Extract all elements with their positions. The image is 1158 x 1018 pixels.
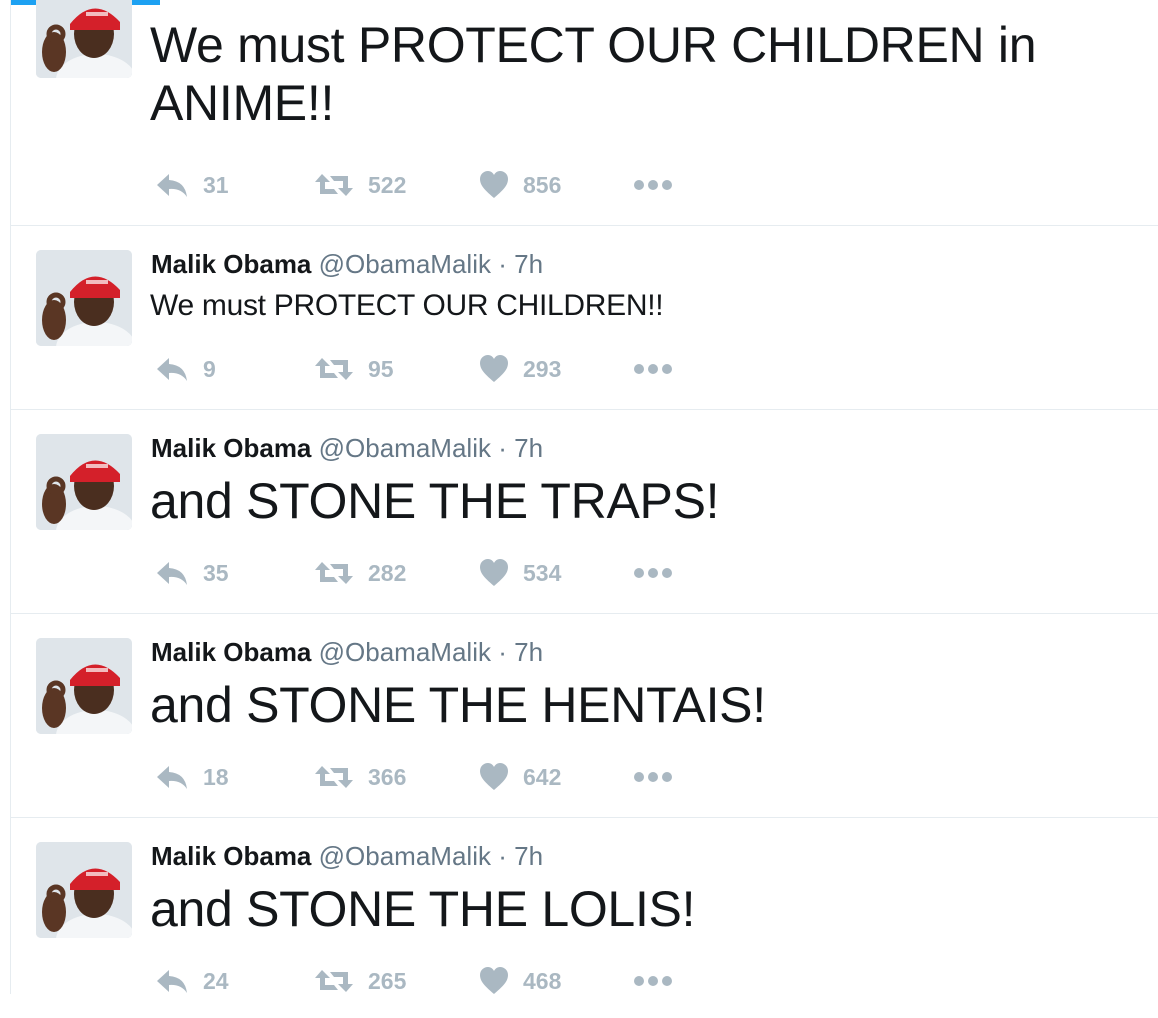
reply-button[interactable]: 24 <box>155 964 229 998</box>
reply-button[interactable]: 35 <box>155 556 229 590</box>
author-handle[interactable]: @ObamaMalik <box>319 637 491 667</box>
like-button[interactable]: 856 <box>479 168 561 202</box>
avatar[interactable] <box>36 842 132 938</box>
retweet-button[interactable]: 265 <box>314 964 406 998</box>
tweet-text: and STONE THE HENTAIS! <box>150 677 766 733</box>
more-options-button[interactable] <box>633 168 687 202</box>
reply-count: 9 <box>203 355 216 382</box>
retweet-button[interactable]: 95 <box>314 352 394 386</box>
like-count: 293 <box>523 355 562 382</box>
reply-icon <box>157 970 187 993</box>
author-name[interactable]: Malik Obama <box>151 637 311 667</box>
author-name[interactable]: Malik Obama <box>151 841 311 871</box>
tweet-text: We must PROTECT OUR CHILDREN!! <box>150 289 664 322</box>
separator-dot: · <box>498 249 507 279</box>
retweet-button[interactable]: 282 <box>314 556 406 590</box>
tweet[interactable]: Malik Obama @ObamaMalik · 7h and STONE T… <box>11 410 1158 614</box>
author-name[interactable]: Malik Obama <box>151 249 311 279</box>
author-handle[interactable]: @ObamaMalik <box>319 841 491 871</box>
reply-icon <box>157 766 187 789</box>
reply-button[interactable]: 9 <box>155 352 216 386</box>
reply-count: 31 <box>203 171 229 198</box>
retweet-icon <box>315 562 353 584</box>
avatar[interactable] <box>36 638 132 734</box>
tweet-text: and STONE THE TRAPS! <box>150 473 720 529</box>
retweet-count: 95 <box>368 355 394 382</box>
like-button[interactable]: 468 <box>479 964 561 998</box>
reply-count: 18 <box>203 763 229 790</box>
more-dots-icon <box>634 772 672 782</box>
retweet-button[interactable]: 366 <box>314 760 406 794</box>
avatar[interactable] <box>36 250 132 346</box>
like-button[interactable]: 534 <box>479 556 561 590</box>
tweet-header: Malik Obama @ObamaMalik · 7h <box>151 433 543 463</box>
like-button[interactable]: 293 <box>479 352 561 386</box>
like-button[interactable]: 642 <box>479 760 561 794</box>
tweet-text: We must PROTECT OUR CHILDREN in ANIME!! <box>150 17 1037 131</box>
heart-icon <box>480 763 508 790</box>
more-dots-icon <box>634 976 672 986</box>
timestamp[interactable]: 7h <box>514 637 543 667</box>
retweet-count: 265 <box>368 967 407 994</box>
author-name[interactable]: Malik Obama <box>151 433 311 463</box>
tweet[interactable]: Malik Obama @ObamaMalik · 7h We must PRO… <box>11 226 1158 410</box>
reply-icon <box>157 562 187 585</box>
timestamp[interactable]: 7h <box>514 841 543 871</box>
retweet-button[interactable]: 522 <box>314 168 406 202</box>
more-dots-icon <box>634 568 672 578</box>
retweet-icon <box>315 358 353 380</box>
separator-dot: · <box>498 841 507 871</box>
more-options-button[interactable] <box>633 964 687 998</box>
heart-icon <box>480 355 508 382</box>
avatar[interactable] <box>36 0 132 78</box>
retweet-count: 282 <box>368 559 407 586</box>
retweet-count: 522 <box>368 171 407 198</box>
like-count: 642 <box>523 763 562 790</box>
reply-icon <box>157 174 187 197</box>
more-dots-icon <box>634 364 672 374</box>
tweet[interactable]: Malik Obama @ObamaMalik · 7h and STONE T… <box>11 818 1158 1018</box>
retweet-count: 366 <box>368 763 407 790</box>
like-count: 468 <box>523 967 562 994</box>
heart-icon <box>480 967 508 994</box>
retweet-icon <box>315 174 353 196</box>
reply-button[interactable]: 31 <box>155 168 229 202</box>
separator-dot: · <box>498 637 507 667</box>
retweet-icon <box>315 766 353 788</box>
like-count: 534 <box>523 559 562 586</box>
tweet-header: Malik Obama @ObamaMalik · 7h <box>151 249 543 279</box>
more-dots-icon <box>634 180 672 190</box>
author-handle[interactable]: @ObamaMalik <box>319 249 491 279</box>
tweet-header: Malik Obama @ObamaMalik · 7h <box>151 637 543 667</box>
separator-dot: · <box>498 433 507 463</box>
reply-count: 24 <box>203 967 229 994</box>
reply-count: 35 <box>203 559 229 586</box>
tweet[interactable]: We must PROTECT OUR CHILDREN in ANIME!! … <box>11 0 1158 226</box>
avatar[interactable] <box>36 434 132 530</box>
retweet-icon <box>315 970 353 992</box>
more-options-button[interactable] <box>633 760 687 794</box>
timestamp[interactable]: 7h <box>514 249 543 279</box>
timestamp[interactable]: 7h <box>514 433 543 463</box>
more-options-button[interactable] <box>633 352 687 386</box>
heart-icon <box>480 171 508 198</box>
heart-icon <box>480 559 508 586</box>
tweet-header: Malik Obama @ObamaMalik · 7h <box>151 841 543 871</box>
like-count: 856 <box>523 171 562 198</box>
tweet-text: and STONE THE LOLIS! <box>150 881 696 937</box>
author-handle[interactable]: @ObamaMalik <box>319 433 491 463</box>
more-options-button[interactable] <box>633 556 687 590</box>
tweet[interactable]: Malik Obama @ObamaMalik · 7h and STONE T… <box>11 614 1158 818</box>
reply-icon <box>157 358 187 381</box>
reply-button[interactable]: 18 <box>155 760 229 794</box>
